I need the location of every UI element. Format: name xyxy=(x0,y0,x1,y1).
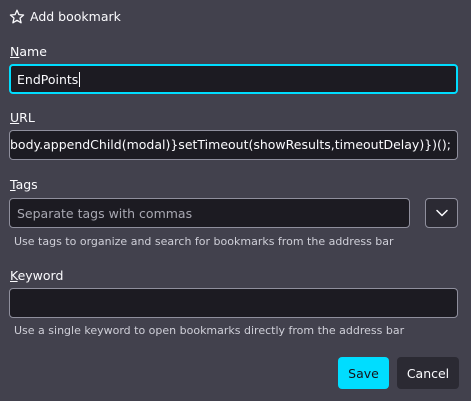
tags-input[interactable]: Separate tags with commas xyxy=(9,198,410,228)
url-input[interactable]: ),document.body.appendChild(modal)}setTi… xyxy=(9,130,458,160)
tags-label: Tags xyxy=(10,177,38,193)
tags-dropdown-button[interactable] xyxy=(425,198,458,228)
keyword-input[interactable] xyxy=(9,288,458,318)
dialog-title: Add bookmark xyxy=(30,9,121,24)
tags-hint: Use tags to organize and search for book… xyxy=(14,235,394,248)
tags-label-text: ags xyxy=(15,177,38,192)
name-label-text: ame xyxy=(19,44,47,59)
name-label: Name xyxy=(10,44,47,60)
star-icon xyxy=(9,9,25,25)
keyword-label: Keyword xyxy=(10,268,63,284)
tags-input-placeholder: Separate tags with commas xyxy=(17,205,193,221)
keyword-label-text: eyword xyxy=(17,268,64,283)
dialog-header: Add bookmark xyxy=(9,7,121,27)
cancel-button[interactable]: Cancel xyxy=(397,357,459,389)
chevron-down-icon xyxy=(435,209,448,217)
keyword-hint: Use a single keyword to open bookmarks d… xyxy=(14,324,405,337)
url-label: URL xyxy=(10,110,35,126)
text-caret xyxy=(79,71,81,87)
url-label-text: RL xyxy=(19,110,35,125)
name-input-value: EndPoints xyxy=(17,71,79,87)
url-label-access-key: U xyxy=(10,110,20,125)
save-button[interactable]: Save xyxy=(338,357,389,389)
name-label-access-key: N xyxy=(10,44,20,59)
name-input[interactable]: EndPoints xyxy=(9,64,458,94)
keyword-label-access-key: K xyxy=(10,268,18,283)
url-input-value: ),document.body.appendChild(modal)}setTi… xyxy=(10,137,451,152)
